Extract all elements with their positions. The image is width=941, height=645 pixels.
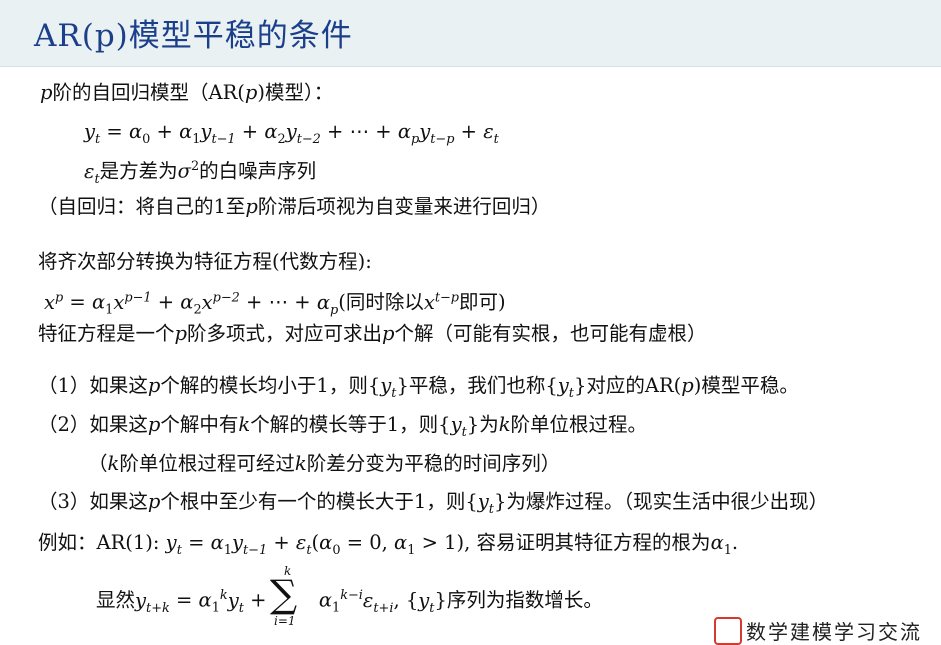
c1c: }平稳，我们也称{	[396, 374, 558, 397]
char-equation: xp = α1xp−1 + α2xp−2 + ⋯ + αp(同时除以xt−p即可…	[44, 290, 506, 318]
intro-heading: p阶的自回归模型（AR(p)模型）：	[40, 81, 334, 104]
ar-equation: yt = α0 + α1yt−1 + α2yt−2 + ⋯ + αpyt−p +…	[84, 120, 499, 147]
char-eq-tail-a: (同时除以	[338, 290, 424, 314]
c1b: 个解的模长均小于1，则{	[160, 374, 381, 397]
case-3: （3）如果这p个根中至少有一个的模长大于1，则{yt}为爆炸过程。（现实生活中很…	[38, 490, 829, 517]
c2note-c: 阶差分变为平稳的时间序列）	[306, 452, 561, 475]
intro-heading-label: 阶的自回归模型（AR(	[52, 81, 245, 104]
example-b: , 容易证明其特征方程的根为	[464, 531, 711, 554]
c3b: 个根中至少有一个的模长大于1，则{	[160, 490, 478, 513]
sigma-symbol: ∑	[270, 572, 298, 616]
char-eq-description: 特征方程是一个p阶多项式，对应可求出p个解（可能有实根，也可能有虚根）	[38, 322, 707, 345]
white-noise-text-b: 的白噪声序列	[199, 159, 317, 183]
c2d: }为	[466, 413, 499, 436]
autoregression-note: （自回归：将自己的1至p阶滞后项视为自变量来进行回归）	[38, 195, 551, 218]
c2a: （2）如果这	[38, 413, 148, 436]
summation-line: 显然yt+k = α1kyt + α1k−iεt+i, {yt}序列为指数增长。	[96, 588, 603, 616]
c1e: )模型平稳。	[693, 374, 799, 397]
desc-a: 特征方程是一个	[38, 322, 175, 345]
sum-lower-limit: i=1	[274, 614, 296, 628]
c1d: }对应的AR(	[573, 374, 682, 397]
example-line: 例如：AR(1): yt = α1yt−1 + εt(α0 = 0, α1 > …	[38, 531, 739, 558]
c2note-a: （	[88, 452, 108, 475]
c2e: 阶单位根过程。	[510, 413, 648, 436]
intro-heading-tail: )模型）：	[257, 81, 334, 104]
desc-c: 个解（可能有实根，也可能有虚根）	[394, 322, 707, 345]
watermark-text: 数学建模学习交流	[746, 620, 922, 644]
watermark-logo-icon	[714, 617, 742, 645]
page-title: AR(p)模型平稳的条件	[34, 18, 353, 54]
desc-b: 阶多项式，对应可求出	[187, 322, 383, 345]
case-1: （1）如果这p个解的模长均小于1，则{yt}平稳，我们也称{yt}对应的AR(p…	[38, 374, 799, 401]
c2b: 个解中有	[160, 413, 239, 436]
case-2: （2）如果这p个解中有k个解的模长等于1，则{yt}为k阶单位根过程。	[38, 413, 648, 440]
summation-sign: k ∑ i=1	[270, 564, 306, 628]
c1a: （1）如果这	[38, 374, 148, 397]
c3c: }为爆炸过程。（现实生活中很少出现）	[493, 490, 829, 513]
c2c: 个解的模长等于1，则{	[250, 413, 451, 436]
note-a: （自回归：将自己的1至	[38, 195, 246, 218]
char-eq-tail-b: 即可)	[459, 290, 506, 314]
char-eq-intro: 将齐次部分转换为特征方程(代数方程):	[38, 250, 372, 273]
white-noise-line: εt是方差为σ2的白噪声序列	[84, 159, 317, 187]
title-bar: AR(p)模型平稳的条件	[0, 0, 941, 67]
sum-prefix: 显然	[96, 588, 136, 612]
case-2-note: （k阶单位根过程可经过k阶差分变为平稳的时间序列）	[88, 452, 561, 475]
example-a: 例如：AR(1):	[38, 531, 160, 554]
white-noise-text-a: 是方差为	[99, 159, 178, 183]
note-b: 阶滞后项视为自变量来进行回归）	[257, 195, 551, 218]
c3a: （3）如果这	[38, 490, 148, 513]
sum-suffix: 序列为指数增长。	[446, 588, 603, 612]
c2note-b: 阶单位根过程可经过	[119, 452, 295, 475]
